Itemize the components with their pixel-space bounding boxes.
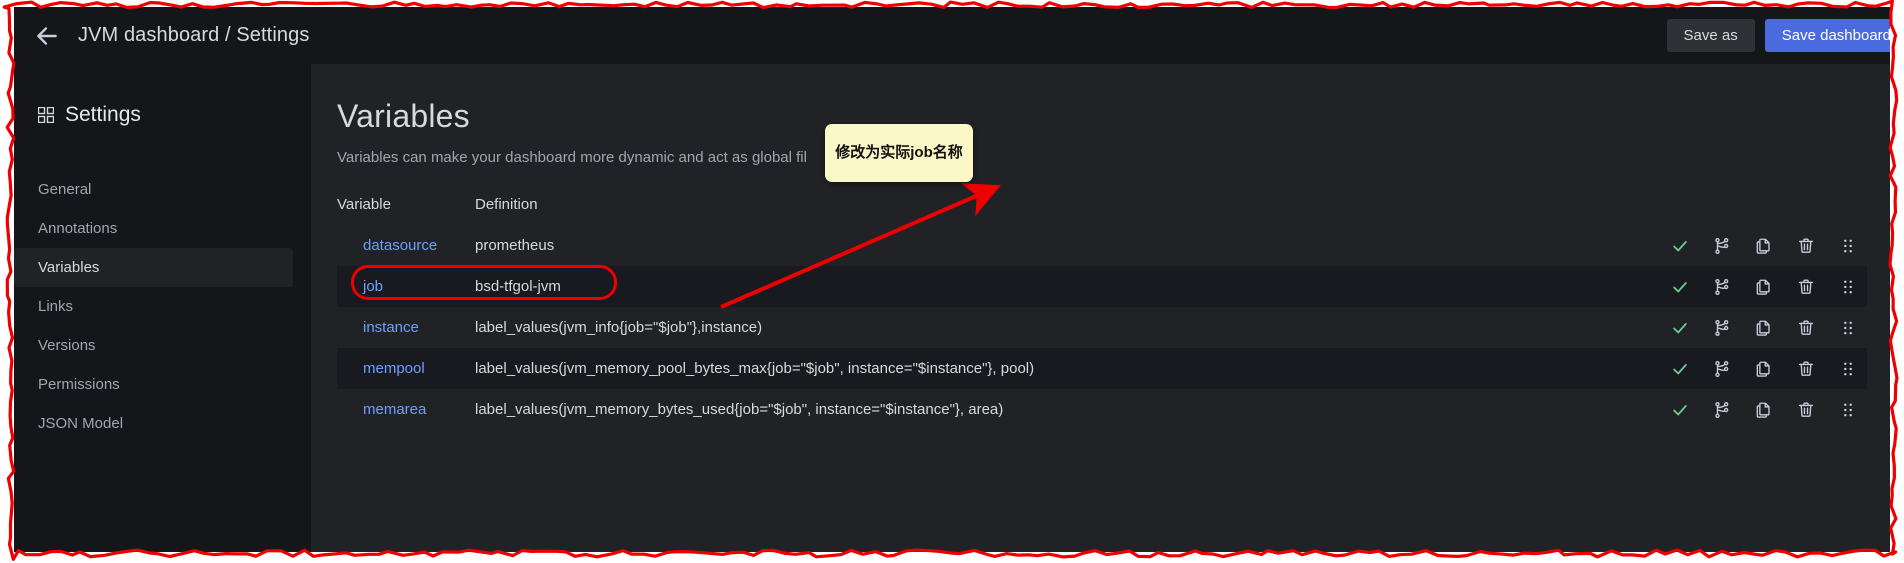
- screenshot-root: JVM dashboard / Settings Save as Save da…: [0, 0, 1904, 563]
- variable-name-link[interactable]: datasource: [337, 225, 475, 266]
- variables-table: Variable Definition datasource prometheus…: [337, 196, 1867, 430]
- column-header-actions: [1515, 196, 1867, 225]
- save-as-button[interactable]: Save as: [1667, 19, 1755, 52]
- row-actions-cell: [1515, 389, 1867, 430]
- check-icon[interactable]: [1671, 319, 1689, 337]
- sidebar-item-label: Annotations: [38, 220, 117, 237]
- trash-icon[interactable]: [1797, 319, 1815, 337]
- sidebar-item-label: Links: [38, 298, 73, 315]
- top-navigation-bar: JVM dashboard / Settings Save as Save da…: [14, 7, 1890, 64]
- table-header-row: Variable Definition: [337, 196, 1867, 225]
- trash-icon[interactable]: [1797, 360, 1815, 378]
- drag-handle-icon[interactable]: [1839, 401, 1857, 419]
- show-usages-icon[interactable]: [1713, 278, 1731, 296]
- duplicate-icon[interactable]: [1755, 237, 1773, 255]
- variables-panel: Variables Variables can make your dashbo…: [311, 64, 1890, 552]
- duplicate-icon[interactable]: [1755, 401, 1773, 419]
- table-row[interactable]: instance label_values(jvm_info{job="$job"…: [337, 307, 1867, 348]
- check-icon[interactable]: [1671, 401, 1689, 419]
- sidebar-item-label: Versions: [38, 337, 96, 354]
- trash-icon[interactable]: [1797, 237, 1815, 255]
- sidebar-item-variables[interactable]: Variables: [14, 248, 293, 287]
- variables-table-head: Variable Definition: [337, 196, 1867, 225]
- drag-handle-icon[interactable]: [1839, 360, 1857, 378]
- check-icon[interactable]: [1671, 237, 1689, 255]
- row-actions: [1515, 401, 1867, 419]
- variable-definition[interactable]: bsd-tfgol-jvm: [475, 266, 1515, 307]
- sidebar-item-annotations[interactable]: Annotations: [14, 209, 293, 248]
- drag-handle-icon[interactable]: [1839, 319, 1857, 337]
- show-usages-icon[interactable]: [1713, 319, 1731, 337]
- row-actions-cell: [1515, 307, 1867, 348]
- sidebar-item-versions[interactable]: Versions: [14, 326, 293, 365]
- sidebar-item-json-model[interactable]: JSON Model: [14, 404, 293, 443]
- table-row[interactable]: datasource prometheus: [337, 225, 1867, 266]
- column-header-variable: Variable: [337, 196, 475, 225]
- duplicate-icon[interactable]: [1755, 278, 1773, 296]
- page-title: Variables: [337, 98, 1890, 135]
- sidebar-item-links[interactable]: Links: [14, 287, 293, 326]
- trash-icon[interactable]: [1797, 401, 1815, 419]
- variable-definition[interactable]: prometheus: [475, 225, 1515, 266]
- variable-definition[interactable]: label_values(jvm_memory_pool_bytes_max{j…: [475, 348, 1515, 389]
- arrow-left-icon: [34, 23, 60, 49]
- sidebar-title: Settings: [65, 103, 141, 127]
- drag-handle-icon[interactable]: [1839, 237, 1857, 255]
- show-usages-icon[interactable]: [1713, 237, 1731, 255]
- sidebar-item-general[interactable]: General: [14, 170, 293, 209]
- duplicate-icon[interactable]: [1755, 319, 1773, 337]
- drag-handle-icon[interactable]: [1839, 278, 1857, 296]
- variables-table-body: datasource prometheus job bsd-tfgol-jvm inst…: [337, 225, 1867, 430]
- variable-name-link[interactable]: job: [337, 266, 475, 307]
- column-header-definition: Definition: [475, 196, 1515, 225]
- variable-name-link[interactable]: mempool: [337, 348, 475, 389]
- topbar-actions: Save as Save dashboard: [1667, 7, 1890, 64]
- sidebar-item-label: Permissions: [38, 376, 120, 393]
- row-actions-cell: [1515, 348, 1867, 389]
- settings-sidebar: Settings General Annotations Variables L…: [14, 64, 311, 552]
- check-icon[interactable]: [1671, 278, 1689, 296]
- row-actions: [1515, 319, 1867, 337]
- show-usages-icon[interactable]: [1713, 401, 1731, 419]
- variable-definition[interactable]: label_values(jvm_info{job="$job"},instan…: [475, 307, 1515, 348]
- settings-body: Settings General Annotations Variables L…: [14, 64, 1890, 552]
- row-actions: [1515, 278, 1867, 296]
- check-icon[interactable]: [1671, 360, 1689, 378]
- save-dashboard-button[interactable]: Save dashboard: [1765, 19, 1890, 52]
- sidebar-header: Settings: [14, 103, 311, 127]
- table-row[interactable]: memarea label_values(jvm_memory_bytes_use…: [337, 389, 1867, 430]
- show-usages-icon[interactable]: [1713, 360, 1731, 378]
- row-actions: [1515, 360, 1867, 378]
- row-actions-cell: [1515, 266, 1867, 307]
- sidebar-item-label: General: [38, 181, 91, 198]
- variable-name-link[interactable]: memarea: [337, 389, 475, 430]
- table-row[interactable]: job bsd-tfgol-jvm: [337, 266, 1867, 307]
- duplicate-icon[interactable]: [1755, 360, 1773, 378]
- back-button[interactable]: [28, 17, 66, 55]
- apps-grid-icon: [38, 107, 54, 123]
- sidebar-item-label: Variables: [38, 259, 99, 276]
- row-actions-cell: [1515, 225, 1867, 266]
- sidebar-item-label: JSON Model: [38, 415, 123, 432]
- variable-name-link[interactable]: instance: [337, 307, 475, 348]
- trash-icon[interactable]: [1797, 278, 1815, 296]
- grafana-app-window: JVM dashboard / Settings Save as Save da…: [14, 7, 1890, 552]
- table-row[interactable]: mempool label_values(jvm_memory_pool_byte…: [337, 348, 1867, 389]
- row-actions: [1515, 237, 1867, 255]
- sidebar-item-permissions[interactable]: Permissions: [14, 365, 293, 404]
- variable-definition[interactable]: label_values(jvm_memory_bytes_used{job="…: [475, 389, 1515, 430]
- page-subtitle: Variables can make your dashboard more d…: [337, 149, 1890, 166]
- breadcrumb[interactable]: JVM dashboard / Settings: [78, 24, 309, 47]
